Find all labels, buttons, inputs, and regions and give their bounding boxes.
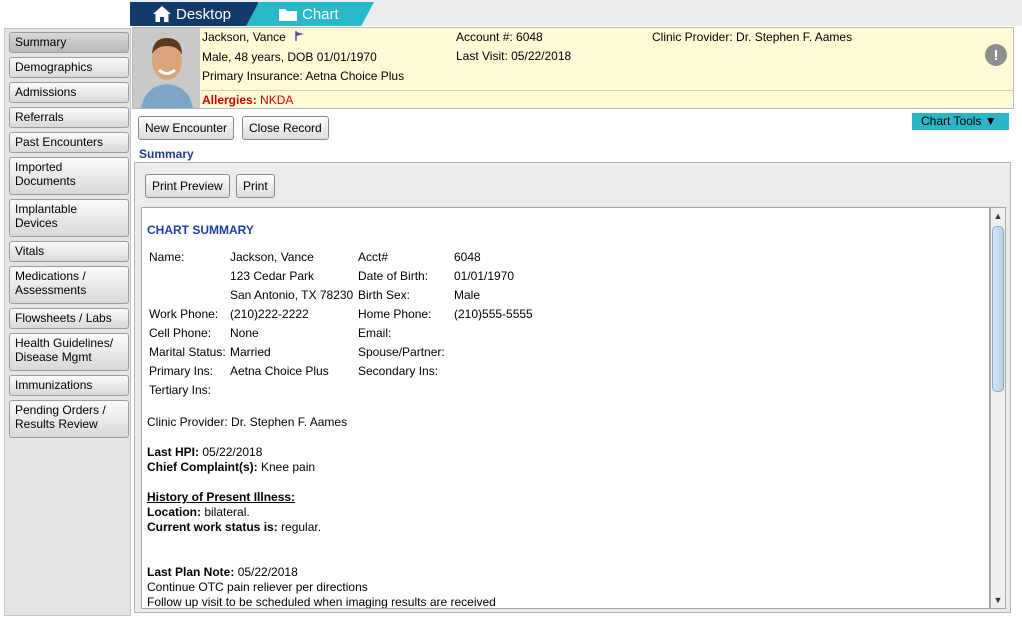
allergies-label: Allergies: (202, 93, 257, 107)
patient-photo (133, 28, 200, 108)
sidebar-item-immunizations[interactable]: Immunizations (9, 375, 129, 396)
sidebar-item-health-guidelines[interactable]: Health Guidelines/ Disease Mgmt (9, 333, 129, 371)
marital-status-label: Marital Status: (149, 345, 226, 359)
cell-phone-label: Cell Phone: (149, 326, 212, 340)
spouse-label: Spouse/Partner: (358, 345, 445, 359)
secondary-ins-label: Secondary Ins: (358, 364, 439, 378)
sidebar-item-imported-documents[interactable]: Imported Documents (9, 157, 129, 195)
print-button[interactable]: Print (236, 174, 275, 198)
home-phone-label: Home Phone: (358, 307, 432, 321)
tab-desktop-label: Desktop (176, 5, 232, 23)
location: Location: bilateral. (147, 505, 250, 519)
last-hpi-label: Last HPI: (147, 445, 200, 459)
work-status-value: regular. (277, 520, 322, 534)
chief-complaint: Chief Complaint(s): Knee pain (147, 460, 315, 474)
folder-icon (278, 6, 298, 22)
scroll-thumb[interactable] (992, 226, 1004, 392)
patient-demographics: Male, 48 years, DOB 01/01/1970 (202, 50, 377, 64)
chief-complaint-value: Knee pain (257, 460, 316, 474)
new-encounter-button[interactable]: New Encounter (138, 116, 235, 140)
sidebar-item-past-encounters[interactable]: Past Encounters (9, 132, 129, 153)
sidebar-item-referrals[interactable]: Referrals (9, 107, 129, 128)
last-hpi-value: 05/22/2018 (199, 445, 263, 459)
alert-icon[interactable]: ! (985, 44, 1007, 66)
top-tab-bar: Desktop Chart (130, 0, 1022, 26)
primary-ins-label: Primary Ins: (149, 364, 214, 378)
scroll-down-arrow-icon[interactable]: ▼ (991, 593, 1005, 607)
tertiary-ins-label: Tertiary Ins: (149, 383, 212, 397)
hpi-heading: History of Present Illness: (147, 490, 296, 504)
acct-value: 6048 (454, 250, 481, 264)
close-record-button[interactable]: Close Record (242, 116, 329, 140)
marital-status-value: Married (230, 345, 271, 359)
print-preview-button[interactable]: Print Preview (145, 174, 230, 198)
email-label: Email: (358, 326, 392, 340)
account-number: Account #: 6048 (456, 30, 543, 44)
location-value: bilateral. (201, 505, 250, 519)
last-plan-note: Last Plan Note: 05/22/2018 (147, 565, 298, 579)
sidebar-item-vitals[interactable]: Vitals (9, 241, 129, 262)
work-status-label: Current work status is: (147, 520, 278, 534)
chart-sidebar: Summary Demographics Admissions Referral… (4, 28, 131, 616)
chart-summary-title: CHART SUMMARY (147, 223, 254, 237)
home-phone-value: (210)555-5555 (454, 307, 533, 321)
work-phone-value: (210)222-2222 (230, 307, 309, 321)
section-title: Summary (139, 147, 194, 161)
patient-banner: Jackson, Vance Male, 48 years, DOB 01/01… (132, 27, 1014, 109)
dob-value: 01/01/1970 (454, 269, 515, 283)
plan-line-1: Continue OTC pain reliever per direction… (147, 580, 368, 594)
sidebar-item-implantable-devices[interactable]: Implantable Devices (9, 199, 129, 237)
last-plan-label: Last Plan Note: (147, 565, 235, 579)
acct-label: Acct# (358, 250, 389, 264)
name-label: Name: (149, 250, 185, 264)
document-scrollbar[interactable]: ▲ ▼ (990, 207, 1006, 609)
last-visit: Last Visit: 05/22/2018 (456, 49, 572, 63)
sidebar-item-flowsheets[interactable]: Flowsheets / Labs (9, 308, 129, 329)
sidebar-item-pending-orders[interactable]: Pending Orders / Results Review (9, 400, 129, 438)
summary-clinic-provider: Clinic Provider: Dr. Stephen F. Aames (147, 415, 348, 429)
sex-label: Birth Sex: (358, 288, 411, 302)
tab-desktop[interactable]: Desktop (130, 2, 258, 26)
work-status: Current work status is: regular. (147, 520, 321, 534)
address-line2: San Antonio, TX 78230 (230, 288, 354, 302)
scroll-up-arrow-icon[interactable]: ▲ (991, 209, 1005, 223)
sidebar-item-medications[interactable]: Medications / Assessments (9, 266, 129, 304)
tab-chart[interactable]: Chart (246, 2, 374, 26)
sidebar-item-summary[interactable]: Summary (9, 32, 129, 53)
last-plan-value: 05/22/2018 (234, 565, 298, 579)
home-icon (152, 5, 172, 23)
allergies-value: NKDA (260, 93, 294, 107)
work-phone-label: Work Phone: (149, 307, 219, 321)
plan-line-2: Follow up visit to be scheduled when ima… (147, 595, 496, 609)
address-line1: 123 Cedar Park (230, 269, 315, 283)
clinic-provider: Clinic Provider: Dr. Stephen F. Aames (652, 30, 853, 44)
flag-icon[interactable] (292, 31, 305, 44)
location-label: Location: (147, 505, 201, 519)
sex-value: Male (454, 288, 481, 302)
name-value: Jackson, Vance (230, 250, 314, 264)
chart-summary-document: CHART SUMMARY Name: Jackson, Vance 123 C… (141, 207, 990, 609)
primary-insurance: Primary Insurance: Aetna Choice Plus (202, 69, 405, 83)
sidebar-item-demographics[interactable]: Demographics (9, 57, 129, 78)
chart-tools-dropdown[interactable]: Chart Tools ▼ (912, 113, 1009, 130)
primary-ins-value: Aetna Choice Plus (230, 364, 329, 378)
sidebar-item-admissions[interactable]: Admissions (9, 82, 129, 103)
patient-name: Jackson, Vance (202, 30, 286, 44)
dob-label: Date of Birth: (358, 269, 429, 283)
chief-complaint-label: Chief Complaint(s): (147, 460, 258, 474)
cell-phone-value: None (230, 326, 259, 340)
tab-chart-label: Chart (302, 5, 339, 23)
allergies-row: Allergies: NKDA (201, 90, 1013, 108)
last-hpi: Last HPI: 05/22/2018 (147, 445, 262, 459)
